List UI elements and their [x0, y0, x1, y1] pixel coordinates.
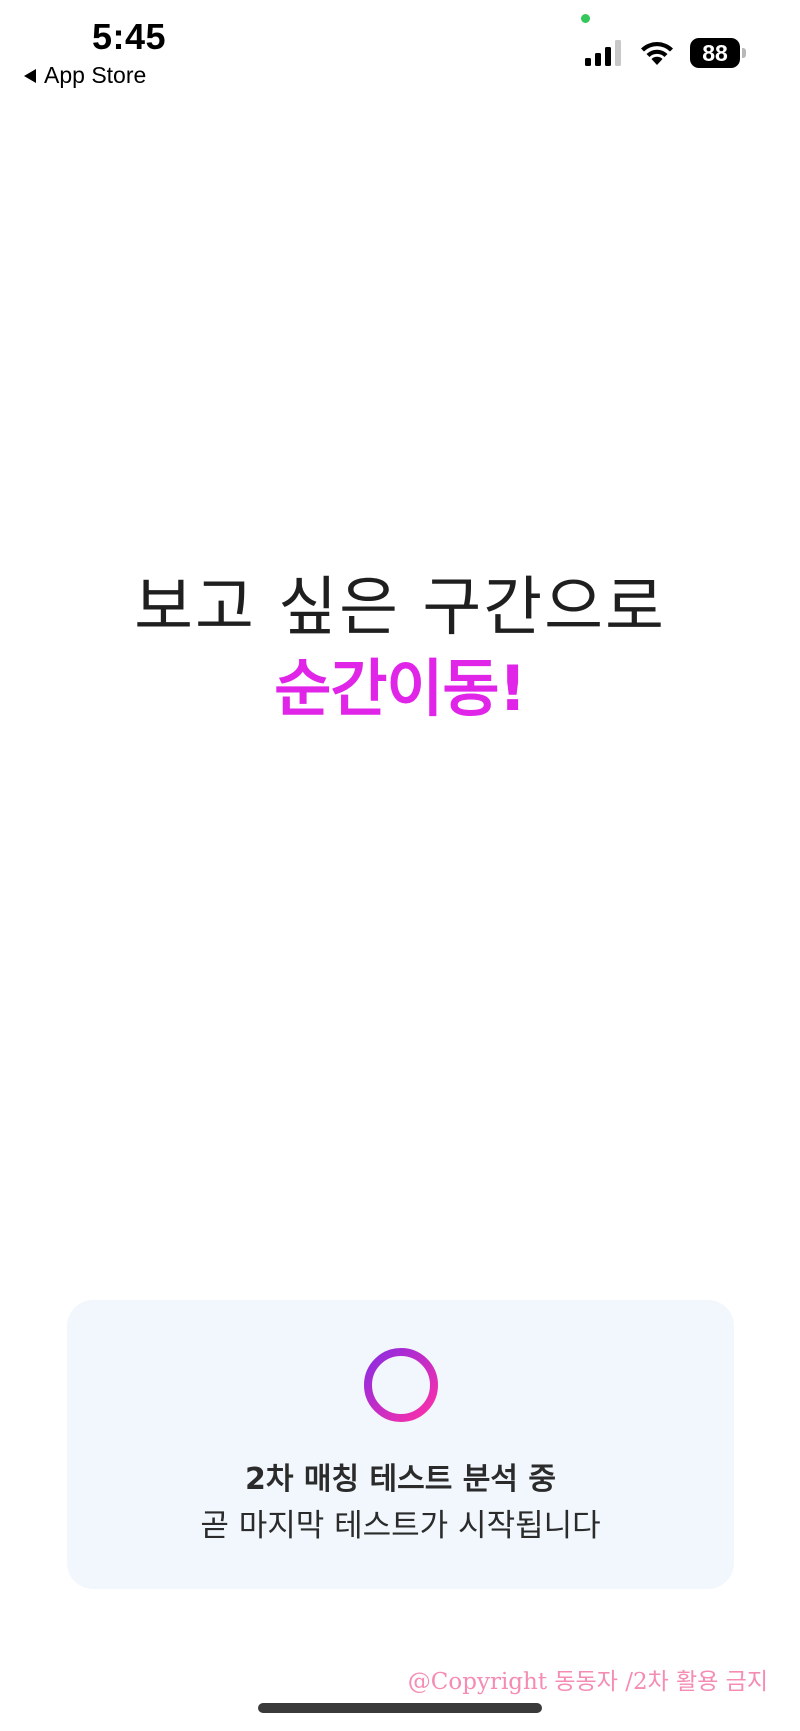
loading-ring-icon: [364, 1348, 438, 1422]
hero-highlight: 순간이동!: [274, 652, 526, 725]
analysis-loading-card: 2차 매칭 테스트 분석 중 곧 마지막 테스트가 시작됩니다: [67, 1300, 734, 1589]
back-to-app-store-link[interactable]: App Store: [24, 62, 146, 89]
battery-indicator: 88: [690, 38, 746, 68]
back-link-label: App Store: [44, 62, 147, 88]
hero-message: 보고 싶은 구간으로 순간이동!: [0, 568, 800, 730]
privacy-indicator-dot: [581, 14, 590, 23]
wifi-icon: [641, 42, 673, 65]
analysis-status-title: 2차 매칭 테스트 분석 중: [244, 1462, 557, 1497]
hero-headline: 보고 싶은 구간으로: [134, 571, 666, 645]
analysis-status-subtitle: 곧 마지막 테스트가 시작됩니다: [200, 1508, 601, 1544]
back-arrow-icon: [24, 68, 36, 83]
cellular-signal-icon: [585, 40, 621, 66]
home-indicator[interactable]: [258, 1703, 542, 1713]
battery-level: 88: [690, 38, 740, 68]
status-bar: 5:45 App Store 88: [0, 0, 800, 100]
battery-cap: [742, 48, 746, 58]
copyright-watermark: @Copyright 동동자 /2차 활용 금지: [407, 1669, 768, 1695]
status-time: 5:45: [92, 16, 167, 57]
